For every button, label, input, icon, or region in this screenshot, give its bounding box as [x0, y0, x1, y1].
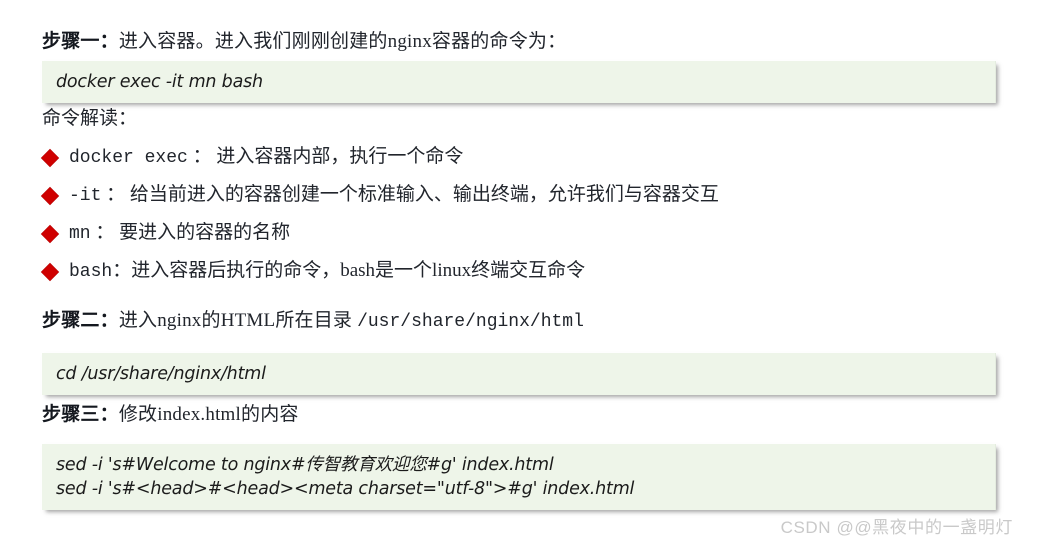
code-line: docker exec -it mn bash: [56, 72, 263, 92]
list-item-code: docker exec: [69, 148, 188, 168]
step-three-text: 修改index.html的内容: [118, 404, 299, 425]
diamond-bullet-icon: [41, 149, 59, 167]
list-item: docker exec ： 进入容器内部，执行一个命令: [41, 144, 463, 171]
diamond-bullet-icon: [41, 225, 59, 243]
step-two-heading: 步骤二：进入nginx的HTML所在目录 /usr/share/nginx/ht…: [42, 308, 584, 335]
list-item-code: -it: [69, 186, 102, 206]
document-page: 步骤一：进入容器。进入我们刚刚创建的nginx容器的命令为： docker ex…: [0, 0, 1049, 547]
step-one-label: 步骤一：: [42, 31, 119, 52]
list-item: mn ： 要进入的容器的名称: [41, 220, 290, 247]
list-item-desc: ：进入容器后执行的命令，bash是一个linux终端交互命令: [112, 260, 586, 281]
step-two-path: /usr/share/nginx/html: [357, 312, 584, 332]
step-three-heading: 步骤三：修改index.html的内容: [42, 402, 299, 428]
list-item-desc: ： 要进入的容器的名称: [90, 222, 291, 243]
list-item-desc: ： 进入容器内部，执行一个命令: [187, 146, 464, 167]
code-line: sed -i 's#<head>#<head><meta charset="ut…: [56, 479, 635, 499]
list-item-content: bash：进入容器后执行的命令，bash是一个linux终端交互命令: [69, 258, 585, 285]
list-item-code: bash: [69, 262, 113, 282]
list-item-code: mn: [69, 224, 91, 244]
list-item-content: docker exec ： 进入容器内部，执行一个命令: [69, 144, 463, 171]
csdn-watermark: CSDN @@黑夜中的一盏明灯: [780, 518, 1013, 537]
code-line: sed -i 's#Welcome to nginx#传智教育欢迎您#g' in…: [56, 455, 554, 475]
step-two-text: 进入nginx的HTML所在目录: [118, 310, 358, 331]
step-one-heading: 步骤一：进入容器。进入我们刚刚创建的nginx容器的命令为：: [42, 29, 566, 55]
list-item: -it ： 给当前进入的容器创建一个标准输入、输出终端，允许我们与容器交互: [41, 182, 719, 209]
list-item-desc: ： 给当前进入的容器创建一个标准输入、输出终端，允许我们与容器交互: [101, 184, 719, 205]
list-item-content: -it ： 给当前进入的容器创建一个标准输入、输出终端，允许我们与容器交互: [69, 182, 719, 209]
code-block-cd-html[interactable]: cd /usr/share/nginx/html: [42, 353, 996, 395]
command-explanation-heading: 命令解读：: [42, 108, 138, 129]
list-item-content: mn ： 要进入的容器的名称: [69, 220, 290, 247]
code-line: cd /usr/share/nginx/html: [56, 364, 266, 384]
code-block-docker-exec[interactable]: docker exec -it mn bash: [42, 61, 996, 103]
code-block-sed-index-html[interactable]: sed -i 's#Welcome to nginx#传智教育欢迎您#g' in…: [42, 444, 996, 510]
diamond-bullet-icon: [41, 187, 59, 205]
step-one-text: 进入容器。进入我们刚刚创建的nginx容器的命令为：: [118, 31, 567, 52]
step-three-label: 步骤三：: [42, 404, 119, 425]
diamond-bullet-icon: [41, 263, 59, 281]
step-two-label: 步骤二：: [42, 310, 119, 331]
list-item: bash：进入容器后执行的命令，bash是一个linux终端交互命令: [41, 258, 585, 285]
